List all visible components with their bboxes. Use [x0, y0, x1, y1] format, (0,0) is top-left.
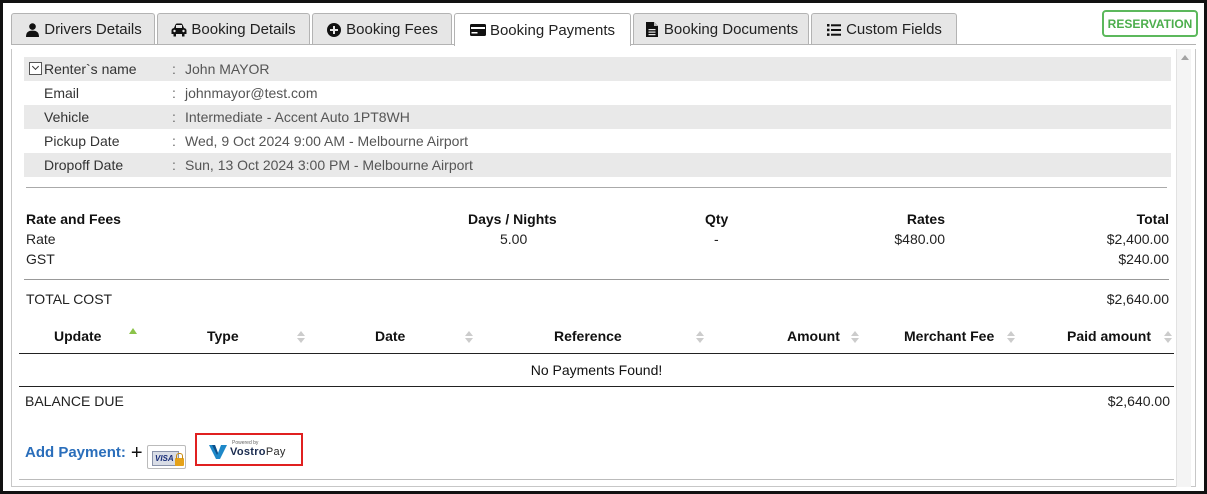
fees-header-rates: Rates [906, 211, 945, 227]
tab-label: Drivers Details [44, 21, 142, 38]
sort-icon[interactable] [1007, 331, 1015, 345]
fee-qty: - [714, 231, 719, 247]
tab-label: Custom Fields [846, 21, 942, 38]
column-header-reference[interactable]: Reference [554, 328, 622, 344]
vertical-scrollbar[interactable] [1176, 49, 1191, 487]
tab-label: Booking Details [191, 21, 296, 38]
fees-header-total: Total [1136, 211, 1169, 227]
fees-header-qty: Qty [705, 211, 729, 227]
email-label: Email [44, 85, 80, 101]
car-icon [171, 22, 187, 38]
sort-icon[interactable] [1164, 331, 1172, 345]
payments-header: Update Type Date Reference Amount Mercha… [19, 320, 1174, 354]
credit-card-icon [469, 22, 486, 38]
separator: : [172, 85, 176, 101]
lock-icon [175, 453, 184, 466]
reservation-badge: RESERVATION [1102, 10, 1198, 37]
collapse-checkbox-icon[interactable] [29, 62, 42, 75]
divider [19, 479, 1174, 480]
column-header-update[interactable]: Update [54, 328, 101, 344]
scroll-up-arrow-icon[interactable] [1181, 55, 1189, 60]
column-header-merchant-fee[interactable]: Merchant Fee [904, 328, 994, 344]
add-payment-label[interactable]: Add Payment: [25, 444, 126, 461]
column-header-paid-amount[interactable]: Paid amount [1067, 328, 1151, 344]
sort-icon[interactable] [696, 331, 704, 345]
sort-icon[interactable] [297, 331, 305, 345]
renter-info: Renter`s name : John MAYOR Email : johnm… [24, 57, 1171, 177]
pickup-date-value: Wed, 9 Oct 2024 9:00 AM - Melbourne Airp… [185, 133, 469, 149]
plus-icon[interactable]: + [131, 443, 143, 463]
separator: : [172, 157, 176, 173]
tab-booking-payments[interactable]: Booking Payments [454, 13, 631, 46]
fee-total: $240.00 [1118, 251, 1169, 267]
column-header-date[interactable]: Date [375, 328, 405, 344]
total-cost-label: TOTAL COST [26, 291, 113, 307]
no-payments-message: No Payments Found! [19, 354, 1174, 387]
separator: : [172, 61, 176, 77]
vostropay-logo-icon [209, 445, 227, 459]
email-row: Email : johnmayor@test.com [24, 81, 1171, 105]
table-row: GST $240.00 [26, 251, 1169, 271]
tab-bar: Drivers Details Booking Details Booking … [11, 9, 1204, 46]
fee-name: GST [26, 251, 55, 267]
plus-circle-icon [326, 22, 342, 38]
list-icon [826, 22, 842, 38]
sort-asc-icon[interactable] [129, 328, 137, 334]
renter-name-label: Renter`s name [44, 61, 137, 77]
tab-booking-documents[interactable]: Booking Documents [633, 13, 809, 45]
pickup-date-row: Pickup Date : Wed, 9 Oct 2024 9:00 AM - … [24, 129, 1171, 153]
fees-header-name: Rate and Fees [26, 211, 121, 227]
vehicle-row: Vehicle : Intermediate - Accent Auto 1PT… [24, 105, 1171, 129]
sort-icon[interactable] [851, 331, 859, 345]
renter-name-value: John MAYOR [185, 61, 270, 77]
user-icon [24, 22, 40, 38]
document-icon [644, 22, 660, 38]
column-header-type[interactable]: Type [207, 328, 239, 344]
pickup-date-label: Pickup Date [44, 133, 120, 149]
separator: : [172, 109, 176, 125]
vostropay-brand: VostroPay [230, 446, 286, 458]
fees-header-row: Rate and Fees Days / Nights Qty Rates To… [26, 211, 1169, 231]
fee-rate: $480.00 [894, 231, 945, 247]
dropoff-date-row: Dropoff Date : Sun, 13 Oct 2024 3:00 PM … [24, 153, 1171, 177]
add-payment[interactable]: Add Payment: + [25, 443, 143, 463]
fee-days: 5.00 [500, 231, 528, 247]
tab-drivers-details[interactable]: Drivers Details [11, 13, 155, 45]
sort-icon[interactable] [465, 331, 473, 345]
renter-name-row: Renter`s name : John MAYOR [24, 57, 1171, 81]
fee-name: Rate [26, 231, 56, 247]
balance-due-label: BALANCE DUE [25, 393, 124, 409]
balance-due-value: $2,640.00 [1107, 393, 1170, 409]
tab-booking-details[interactable]: Booking Details [157, 13, 310, 45]
separator: : [172, 133, 176, 149]
dropoff-date-label: Dropoff Date [44, 157, 124, 173]
vehicle-label: Vehicle [44, 109, 90, 125]
tab-booking-fees[interactable]: Booking Fees [312, 13, 452, 45]
tab-custom-fields[interactable]: Custom Fields [811, 13, 957, 45]
table-row: Rate 5.00 - $480.00 $2,400.00 [26, 231, 1169, 251]
fee-total: $2,400.00 [1106, 231, 1169, 247]
divider [26, 187, 1167, 188]
tab-label: Booking Documents [663, 21, 799, 38]
visa-card-payment-button[interactable]: VISA [147, 445, 186, 469]
email-value: johnmayor@test.com [185, 85, 318, 101]
column-header-amount[interactable]: Amount [787, 328, 840, 344]
dropoff-date-value: Sun, 13 Oct 2024 3:00 PM - Melbourne Air… [185, 157, 473, 173]
vostropay-button[interactable]: Powered by VostroPay [195, 433, 303, 466]
balance-due-row: BALANCE DUE $2,640.00 [25, 393, 1170, 413]
vehicle-value: Intermediate - Accent Auto 1PT8WH [185, 109, 410, 125]
tab-label: Booking Fees [346, 21, 438, 38]
tab-label: Booking Payments [489, 21, 616, 39]
fees-header-days: Days / Nights [468, 211, 557, 227]
divider [24, 279, 1169, 280]
total-cost-value: $2,640.00 [1106, 291, 1169, 307]
total-cost-row: TOTAL COST $2,640.00 [26, 291, 1169, 311]
